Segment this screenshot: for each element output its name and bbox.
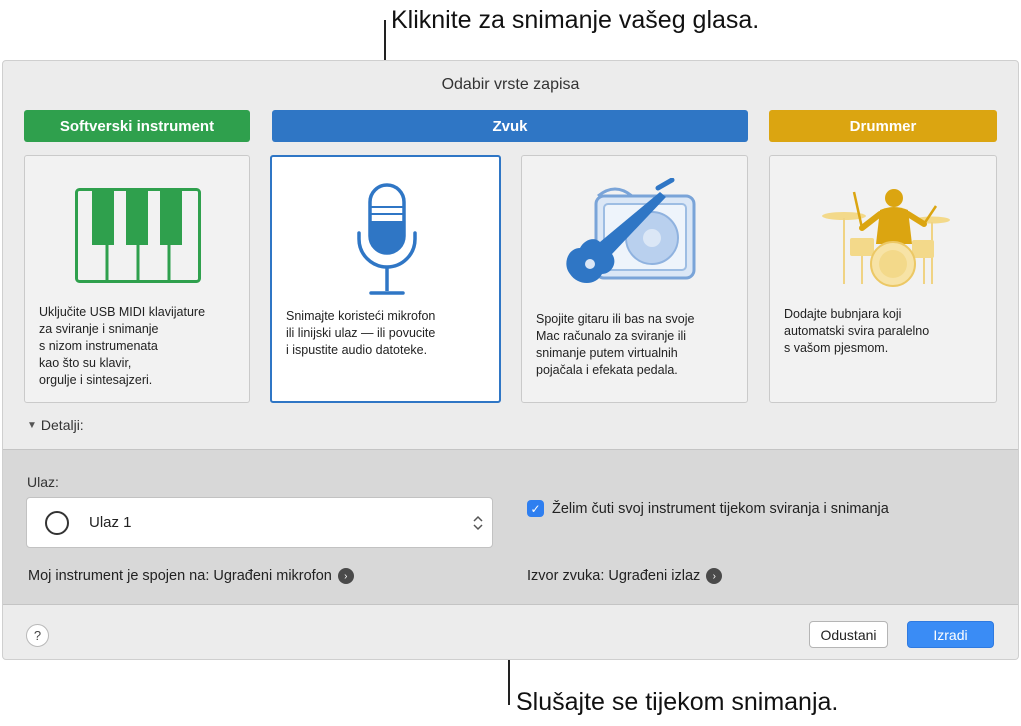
callout-record-voice: Kliknite za snimanje vašeg glasa. [391, 6, 760, 34]
input-select[interactable]: Ulaz 1 [26, 497, 493, 548]
input-label: Ulaz: [27, 474, 59, 490]
track-type-card-guitar[interactable]: Spojite gitaru ili bas na svoje Mac raču… [521, 155, 748, 403]
track-type-card-software-instrument[interactable]: Uključite USB MIDI klavijature za sviran… [24, 155, 250, 403]
category-audio[interactable]: Zvuk [272, 110, 748, 142]
details-label: Detalji: [40, 417, 84, 433]
monitoring-option[interactable]: ✓ Želim čuti svoj instrument tijekom svi… [527, 500, 889, 517]
stepper-arrows-icon [473, 515, 483, 531]
callout-monitor: Slušajte se tijekom snimanja. [516, 688, 839, 716]
card-description: Snimajte koristeći mikrofon ili linijski… [286, 309, 436, 357]
track-type-card-drummer[interactable]: Dodajte bubnjara koji automatski svira p… [769, 155, 997, 403]
guitar-amp-icon [566, 178, 696, 283]
drummer-icon [822, 189, 950, 287]
category-software-instrument[interactable]: Softverski instrument [24, 110, 250, 142]
dialog-title: Odabir vrste zapisa [441, 76, 580, 93]
monitoring-checkbox[interactable]: ✓ [527, 500, 544, 517]
card-description: Dodajte bubnjara koji automatski svira p… [784, 307, 930, 355]
details-disclosure[interactable]: ▼ Detalji: [27, 417, 84, 433]
new-track-dialog: Odabir vrste zapisa Softverski instrumen… [2, 60, 1019, 660]
input-value: Ulaz 1 [89, 514, 132, 531]
output-source-text: Izvor zvuka: Ugrađeni izlaz [527, 568, 701, 584]
track-type-card-audio[interactable]: Snimajte koristeći mikrofon ili linijski… [270, 155, 501, 403]
instrument-connection-info: Moj instrument je spojen na: Ugrađeni mi… [28, 568, 354, 584]
help-button[interactable]: ? [26, 624, 49, 647]
chevron-right-icon[interactable]: › [337, 568, 354, 584]
card-description: Spojite gitaru ili bas na svoje Mac raču… [536, 312, 695, 377]
chevron-right-icon[interactable]: › [706, 568, 723, 584]
piano-keyboard-icon [75, 188, 201, 283]
create-button[interactable]: Izradi [907, 621, 994, 648]
details-panel: Ulaz: Ulaz 1 ✓ Želim čuti svoj instrumen… [3, 449, 1018, 605]
output-source-info: Izvor zvuka: Ugrađeni izlaz › [527, 568, 723, 584]
cancel-button[interactable]: Odustani [809, 621, 888, 648]
microphone-icon [357, 183, 417, 295]
disclosure-triangle-icon: ▼ [27, 419, 37, 431]
category-drummer[interactable]: Drummer [769, 110, 997, 142]
input-channel-icon [45, 510, 69, 535]
monitoring-label: Želim čuti svoj instrument tijekom svira… [552, 500, 889, 517]
instrument-connection-text: Moj instrument je spojen na: Ugrađeni mi… [28, 568, 332, 584]
card-description: Uključite USB MIDI klavijature za sviran… [39, 305, 206, 387]
